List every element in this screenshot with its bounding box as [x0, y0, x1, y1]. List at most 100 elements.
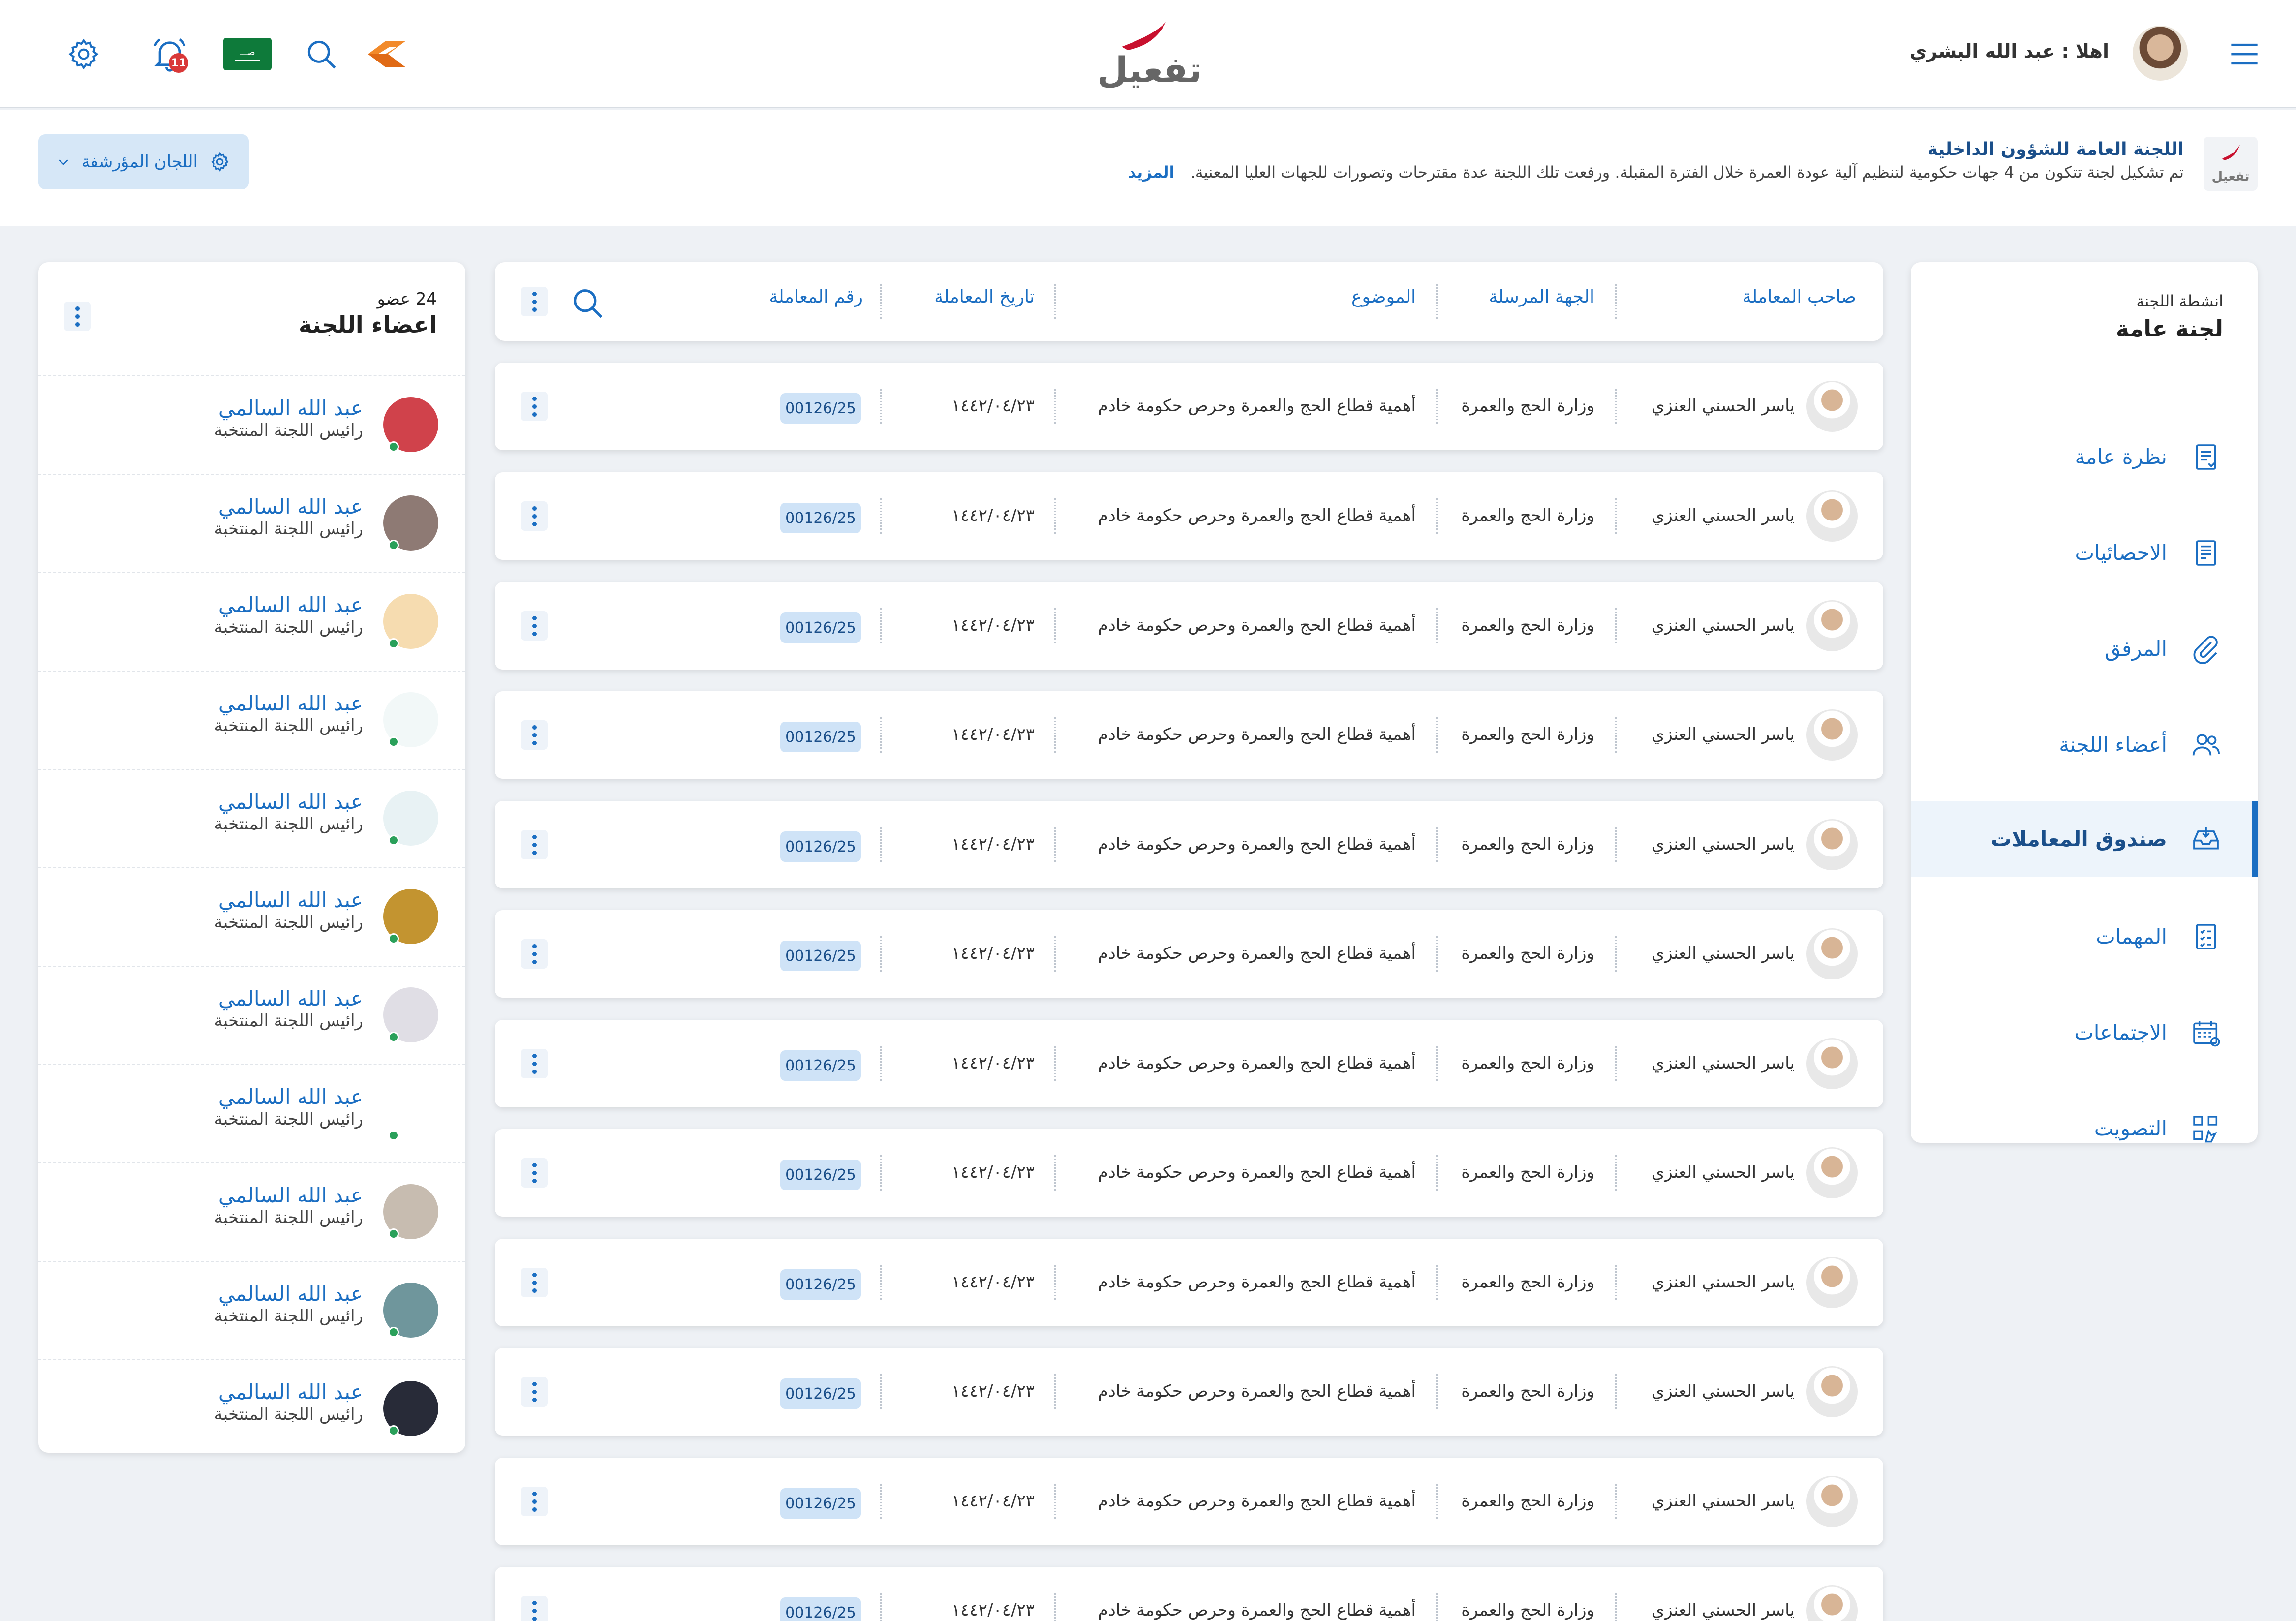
search-icon[interactable]: [300, 30, 342, 79]
col-date[interactable]: تاريخ المعاملة: [934, 287, 1035, 307]
col-divider: [1054, 717, 1056, 753]
nav-overview[interactable]: نظرة عامة: [1911, 419, 2258, 495]
cell-number-badge[interactable]: 00126/25: [780, 1269, 861, 1300]
table-row[interactable]: ياسر الحسني العنزي وزارة الحج والعمرة أه…: [495, 363, 1883, 450]
member-role: رائيس اللجنة المنتخبة: [214, 617, 363, 637]
table-row[interactable]: ياسر الحسني العنزي وزارة الحج والعمرة أه…: [495, 472, 1883, 560]
nav-statistics-label: الاحصائيات: [2075, 541, 2167, 565]
row-more-icon[interactable]: [521, 939, 548, 969]
cell-number-badge[interactable]: 00126/25: [780, 1488, 861, 1519]
member-item[interactable]: عبد الله السالمي رائيس اللجنة المنتخبة: [38, 1162, 465, 1261]
owner-avatar: [1806, 1257, 1858, 1308]
cell-owner: ياسر الحسني العنزي: [1651, 1162, 1795, 1182]
cell-number-badge[interactable]: 00126/25: [780, 612, 861, 643]
row-more-icon[interactable]: [521, 1268, 548, 1297]
member-name[interactable]: عبد الله السالمي: [218, 396, 363, 420]
nav-members-label: أعضاء اللجنة: [2059, 733, 2167, 757]
member-item[interactable]: عبد الله السالمي رائيس اللجنة المنتخبة: [38, 867, 465, 966]
cell-date: ١٤٤٢/٠٤/٢٣: [951, 725, 1035, 744]
cell-subject: أهمية قطاع الحج والعمرة وحرص حكومة خادم: [1098, 725, 1416, 744]
table-row[interactable]: ياسر الحسني العنزي وزارة الحج والعمرة أه…: [495, 910, 1883, 998]
settings-gear-icon[interactable]: [64, 30, 103, 79]
row-more-icon[interactable]: [521, 1487, 548, 1516]
row-more-icon[interactable]: [521, 611, 548, 641]
archived-committees-dropdown[interactable]: اللجان المؤرشفة: [38, 134, 249, 189]
nav-tasks[interactable]: المهمات: [1911, 898, 2258, 975]
member-name[interactable]: عبد الله السالمي: [218, 593, 363, 617]
table-row[interactable]: ياسر الحسني العنزي وزارة الحج والعمرة أه…: [495, 801, 1883, 888]
member-role: رائيس اللجنة المنتخبة: [214, 1306, 363, 1326]
table-row[interactable]: ياسر الحسني العنزي وزارة الحج والعمرة أه…: [495, 1129, 1883, 1217]
member-name[interactable]: عبد الله السالمي: [218, 1085, 363, 1109]
member-name[interactable]: عبد الله السالمي: [218, 691, 363, 715]
member-name[interactable]: عبد الله السالمي: [218, 986, 363, 1010]
cell-number-badge[interactable]: 00126/25: [780, 722, 861, 752]
nav-members[interactable]: أعضاء اللجنة: [1911, 706, 2258, 783]
nav-statistics[interactable]: الاحصائيات: [1911, 515, 2258, 591]
col-sender[interactable]: الجهة المرسلة: [1489, 287, 1594, 307]
cell-sender: وزارة الحج والعمرة: [1461, 1381, 1594, 1401]
col-divider: [1054, 1046, 1056, 1081]
member-name[interactable]: عبد الله السالمي: [218, 494, 363, 519]
member-item[interactable]: عبد الله السالمي رائيس اللجنة المنتخبة: [38, 769, 465, 867]
member-name[interactable]: عبد الله السالمي: [218, 790, 363, 814]
more-link[interactable]: المزيد: [1128, 163, 1175, 182]
table-row[interactable]: ياسر الحسني العنزي وزارة الحج والعمرة أه…: [495, 582, 1883, 670]
menu-hamburger-icon[interactable]: [2227, 30, 2262, 79]
table-row[interactable]: ياسر الحسني العنزي وزارة الحج والعمرة أه…: [495, 1020, 1883, 1107]
chevron-down-icon: [59, 159, 68, 165]
notification-bell-icon[interactable]: 11: [145, 30, 194, 79]
table-search-icon[interactable]: [569, 284, 606, 324]
cell-number-badge[interactable]: 00126/25: [780, 393, 861, 424]
user-avatar[interactable]: [2133, 26, 2188, 81]
cell-number-badge[interactable]: 00126/25: [780, 1378, 861, 1409]
member-item[interactable]: عبد الله السالمي رائيس اللجنة المنتخبة: [38, 1359, 465, 1458]
col-subject[interactable]: الموضوع: [1351, 287, 1416, 307]
row-more-icon[interactable]: [521, 1377, 548, 1407]
cell-number-badge[interactable]: 00126/25: [780, 503, 861, 533]
member-name[interactable]: عبد الله السالمي: [218, 1380, 363, 1404]
table-row[interactable]: ياسر الحسني العنزي وزارة الحج والعمرة أه…: [495, 1567, 1883, 1621]
members-more-icon[interactable]: [64, 302, 91, 331]
table-row[interactable]: ياسر الحسني العنزي وزارة الحج والعمرة أه…: [495, 1239, 1883, 1326]
row-more-icon[interactable]: [521, 392, 548, 421]
col-number[interactable]: رقم المعاملة: [769, 287, 863, 307]
member-item[interactable]: عبد الله السالمي رائيس اللجنة المنتخبة: [38, 1261, 465, 1359]
table-row[interactable]: ياسر الحسني العنزي وزارة الحج والعمرة أه…: [495, 691, 1883, 779]
col-divider: [1436, 389, 1438, 424]
nav-inbox[interactable]: صندوق المعاملات: [1911, 801, 2258, 877]
member-item[interactable]: عبد الله السالمي رائيس اللجنة المنتخبة: [38, 474, 465, 572]
cell-number-badge[interactable]: 00126/25: [780, 1597, 861, 1621]
header-more-icon[interactable]: [521, 287, 548, 316]
row-more-icon[interactable]: [521, 830, 548, 859]
member-name[interactable]: عبد الله السالمي: [218, 888, 363, 912]
cell-number-badge[interactable]: 00126/25: [780, 831, 861, 862]
saudi-flag-icon[interactable]: صـــ: [223, 30, 272, 79]
member-item[interactable]: عبد الله السالمي رائيس اللجنة المنتخبة: [38, 966, 465, 1064]
member-item[interactable]: عبد الله السالمي رائيس اللجنة المنتخبة: [38, 375, 465, 474]
table-row[interactable]: ياسر الحسني العنزي وزارة الحج والعمرة أه…: [495, 1458, 1883, 1545]
cell-number-badge[interactable]: 00126/25: [780, 1050, 861, 1081]
row-more-icon[interactable]: [521, 720, 548, 750]
nav-attachment[interactable]: المرفق: [1911, 611, 2258, 687]
attachment-icon: [2189, 632, 2223, 666]
tafeel-orange-icon[interactable]: [363, 30, 410, 79]
nav-voting[interactable]: التصويت: [1911, 1090, 2258, 1166]
cell-number-badge[interactable]: 00126/25: [780, 941, 861, 971]
row-more-icon[interactable]: [521, 1049, 548, 1078]
member-item[interactable]: عبد الله السالمي رائيس اللجنة المنتخبة: [38, 572, 465, 671]
member-item[interactable]: عبد الله السالمي رائيس اللجنة المنتخبة: [38, 671, 465, 769]
row-more-icon[interactable]: [521, 501, 548, 531]
member-item[interactable]: عبد الله السالمي رائيس اللجنة المنتخبة: [38, 1064, 465, 1162]
row-more-icon[interactable]: [521, 1158, 548, 1188]
nav-meetings-label: الاجتماعات: [2074, 1020, 2167, 1044]
cell-subject: أهمية قطاع الحج والعمرة وحرص حكومة خادم: [1098, 396, 1416, 416]
cell-number-badge[interactable]: 00126/25: [780, 1160, 861, 1190]
row-more-icon[interactable]: [521, 1596, 548, 1621]
nav-meetings[interactable]: الاجتماعات: [1911, 994, 2258, 1070]
member-name[interactable]: عبد الله السالمي: [218, 1183, 363, 1207]
col-owner[interactable]: صاحب المعاملة: [1743, 287, 1856, 307]
owner-avatar: [1806, 1476, 1858, 1527]
member-name[interactable]: عبد الله السالمي: [218, 1282, 363, 1306]
table-row[interactable]: ياسر الحسني العنزي وزارة الحج والعمرة أه…: [495, 1348, 1883, 1436]
